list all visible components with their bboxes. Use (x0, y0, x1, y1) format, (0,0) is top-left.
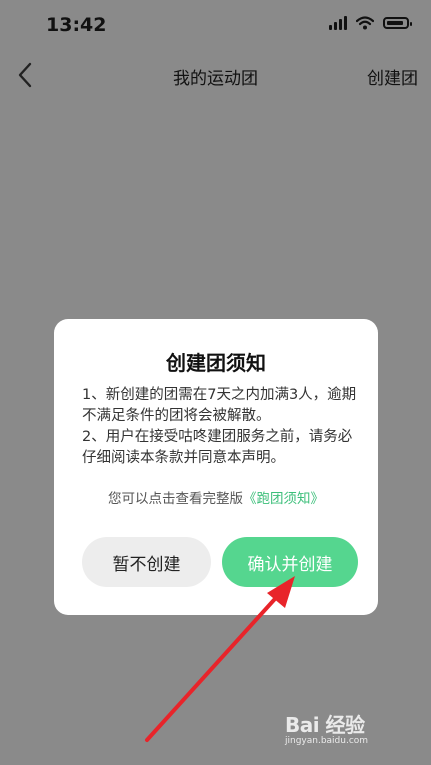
create-team-notice-dialog: 创建团须知 1、新创建的团需在7天之内加满3人，逾期不满足条件的团将会被解散。 … (54, 319, 378, 615)
battery-icon (383, 17, 412, 29)
full-notice-prefix: 您可以点击查看完整版 (108, 491, 243, 507)
status-bar: 13:42 (0, 0, 431, 50)
status-time: 13:42 (46, 14, 107, 36)
wifi-icon (356, 16, 374, 30)
dialog-body: 1、新创建的团需在7天之内加满3人，逾期不满足条件的团将会被解散。 2、用户在接… (82, 385, 360, 469)
full-notice-line: 您可以点击查看完整版《跑团须知》 (54, 487, 378, 507)
dialog-title: 创建团须知 (166, 351, 266, 375)
status-icons (329, 16, 412, 30)
confirm-create-button[interactable]: 确认并创建 (222, 537, 358, 587)
watermark-brand: Bai 经验 (285, 713, 365, 737)
full-notice-link[interactable]: 《跑团须知》 (243, 491, 324, 507)
dialog-rule-1: 1、新创建的团需在7天之内加满3人，逾期不满足条件的团将会被解散。 (82, 387, 357, 424)
cellular-signal-icon (329, 16, 347, 30)
watermark-url: jingyan.baidu.com (285, 736, 369, 746)
nav-bar: 我的运动团 创建团 (0, 50, 431, 100)
cancel-button[interactable]: 暂不创建 (82, 537, 211, 587)
dialog-rule-2: 2、用户在接受咕咚建团服务之前，请务必仔细阅读本条款并同意本声明。 (82, 429, 353, 466)
baidu-jingyan-watermark: Bai 经验 jingyan.baidu.com (285, 709, 407, 751)
create-team-link[interactable]: 创建团 (367, 64, 418, 89)
